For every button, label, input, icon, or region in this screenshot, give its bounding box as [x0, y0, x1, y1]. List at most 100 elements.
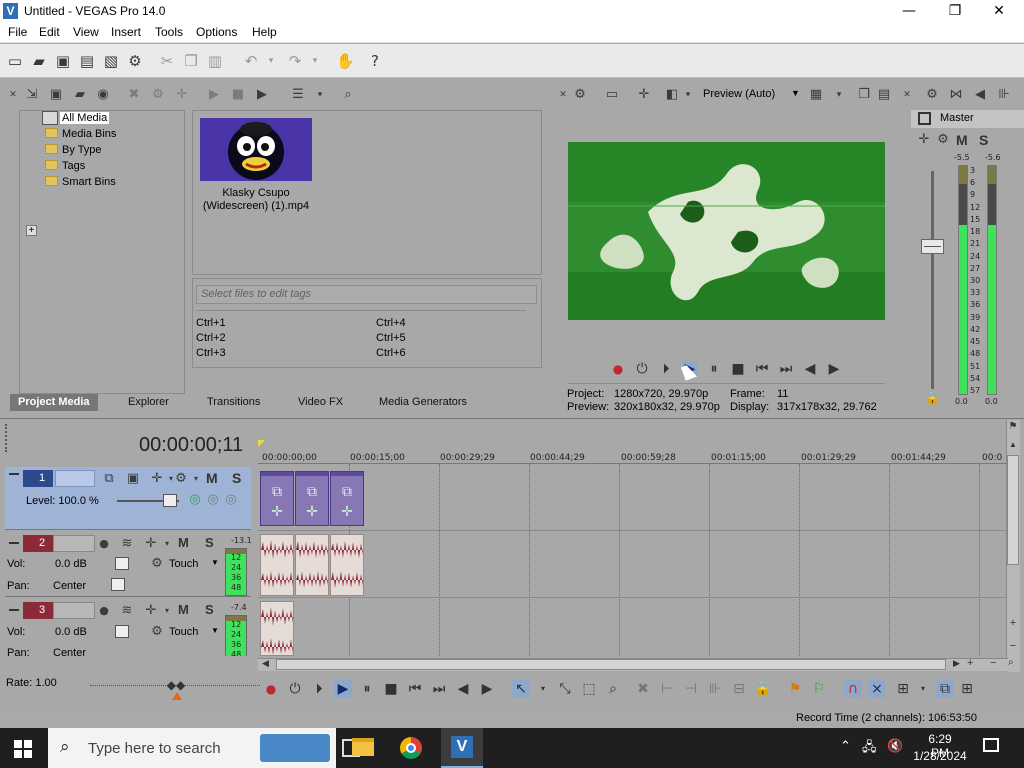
vol-slider[interactable]: [115, 557, 129, 570]
properties-icon[interactable]: ⚙: [126, 52, 144, 70]
chevron-down-icon[interactable]: ▼: [211, 626, 219, 635]
invert-phase-icon[interactable]: ≋: [119, 536, 135, 552]
panel-close-icon[interactable]: ✕: [899, 87, 915, 103]
overlays-grid-icon[interactable]: ▦: [808, 87, 824, 103]
notification-icon[interactable]: [983, 738, 999, 752]
capture-video-icon[interactable]: ▣: [48, 87, 64, 103]
mute-button[interactable]: M: [206, 470, 218, 486]
lock-icon[interactable]: 🔒: [925, 391, 940, 405]
track-settings-icon[interactable]: ⚙: [173, 471, 189, 487]
video-event-clip[interactable]: ⧉ ✛: [330, 471, 364, 526]
track-fx-icon[interactable]: ✛: [143, 536, 159, 552]
menu-options[interactable]: Options: [196, 25, 237, 39]
event-fx-icon[interactable]: ✛: [339, 504, 355, 520]
shortcut-ctrl3[interactable]: Ctrl+3: [196, 347, 226, 359]
composite-child-icon[interactable]: ◎: [205, 492, 221, 508]
copy-snapshot-icon[interactable]: ❐: [856, 87, 872, 103]
video-event-clip[interactable]: ⧉ ✛: [260, 471, 294, 526]
ripple-edit-icon[interactable]: ⊞: [894, 680, 912, 698]
redo-dropdown-icon[interactable]: ▾: [306, 52, 324, 70]
level-slider-handle[interactable]: [163, 494, 177, 507]
get-media-web-icon[interactable]: ◉: [95, 87, 111, 103]
save-snapshot-icon[interactable]: ▤: [876, 87, 892, 103]
automation-mode[interactable]: Touch: [169, 626, 198, 638]
downmix-icon[interactable]: ⋈: [948, 87, 964, 103]
master-mute-button[interactable]: M: [956, 132, 968, 148]
track-name-field[interactable]: [55, 470, 95, 487]
media-split-icon[interactable]: ✛: [174, 87, 190, 103]
views-icon[interactable]: ☰: [290, 87, 306, 103]
solo-button[interactable]: S: [205, 535, 214, 550]
redo-icon[interactable]: ↷: [286, 52, 304, 70]
mixer-sliders-icon[interactable]: ⊪: [996, 87, 1012, 103]
video-track-header[interactable]: 1 ⧉ ▣ ✛ ▾ ⚙ ▾ M S Level: 100.0 % ◎ ◎ ◎: [5, 467, 251, 530]
solo-button[interactable]: S: [232, 470, 241, 486]
shortcut-ctrl1[interactable]: Ctrl+1: [196, 317, 226, 329]
file-explorer-icon[interactable]: [352, 738, 374, 756]
auto-preview-icon[interactable]: ▶: [254, 87, 270, 103]
event-pan-crop-icon[interactable]: ⧉: [269, 484, 285, 500]
play-media-icon[interactable]: ▶: [206, 87, 222, 103]
automation-settings-icon[interactable]: ⚙: [149, 624, 165, 640]
whats-this-help-icon[interactable]: ?: [366, 52, 384, 70]
audio-event-clip[interactable]: [330, 534, 364, 596]
split-screen-icon[interactable]: ✛: [636, 87, 652, 103]
tab-media-generators[interactable]: Media Generators: [371, 394, 475, 411]
mixer-properties-icon[interactable]: ⚙: [924, 87, 940, 103]
audio-event-clip[interactable]: [260, 601, 294, 656]
views-dropdown-icon[interactable]: ▾: [312, 87, 328, 103]
stop-icon[interactable]: ■: [382, 680, 400, 698]
search-icon[interactable]: ⌕: [340, 87, 356, 103]
tab-explorer[interactable]: Explorer: [120, 394, 177, 411]
scroll-up-icon[interactable]: ▲: [1007, 440, 1019, 452]
automation-settings-icon[interactable]: ⚙: [149, 556, 165, 572]
import-media-icon[interactable]: ⇲: [24, 87, 40, 103]
auto-crossfade-icon[interactable]: ⨯: [868, 680, 886, 698]
play-icon[interactable]: ▶: [334, 680, 352, 698]
tag-input[interactable]: Select files to edit tags: [196, 285, 537, 304]
tree-item-tags[interactable]: Tags: [45, 160, 85, 172]
menu-view[interactable]: View: [73, 25, 99, 39]
split-view-icon[interactable]: ◧: [664, 87, 680, 103]
tab-transitions[interactable]: Transitions: [199, 394, 268, 411]
track-motion-icon[interactable]: ⧉: [101, 471, 117, 487]
pause-icon[interactable]: ⏸: [706, 361, 722, 377]
go-to-end-icon[interactable]: ⏭: [430, 680, 448, 698]
external-monitor-icon[interactable]: ▭: [604, 87, 620, 103]
audio-event-clip[interactable]: [295, 534, 329, 596]
event-pan-crop-icon[interactable]: ⧉: [304, 484, 320, 500]
media-fx-icon[interactable]: ⚙: [150, 87, 166, 103]
event-grouping-icon[interactable]: ⧉: [936, 680, 954, 698]
split-icon[interactable]: ⊪: [706, 680, 724, 698]
invert-phase-icon[interactable]: ≋: [119, 603, 135, 619]
shortcut-ctrl5[interactable]: Ctrl+5: [376, 332, 406, 344]
tree-item-all-media[interactable]: All Media: [60, 112, 110, 124]
scroll-left-icon[interactable]: ◀: [262, 658, 269, 669]
preview-quality-dropdown[interactable]: Preview (Auto) ▼: [703, 88, 803, 104]
menu-help[interactable]: Help: [252, 25, 277, 39]
zoom-out-icon[interactable]: −: [1007, 640, 1019, 652]
trim-end-icon[interactable]: ⊣: [682, 680, 700, 698]
track-name-field[interactable]: [53, 535, 95, 552]
go-to-start-icon[interactable]: ⏮: [754, 361, 770, 377]
paste-icon[interactable]: ▥: [206, 52, 224, 70]
chevron-down-icon[interactable]: ▼: [211, 558, 219, 567]
trim-icon[interactable]: ⊟: [730, 680, 748, 698]
event-pan-crop-icon[interactable]: ⧉: [339, 484, 355, 500]
tree-item-smart-bins[interactable]: Smart Bins: [45, 176, 116, 188]
save-icon[interactable]: ▣: [54, 52, 72, 70]
expand-icon[interactable]: +: [26, 225, 37, 236]
selection-tool-icon[interactable]: ⬚: [580, 680, 598, 698]
track-fx-icon[interactable]: ▣: [125, 471, 141, 487]
get-media-icon[interactable]: ▰: [72, 87, 88, 103]
record-icon[interactable]: ●: [262, 680, 280, 698]
vol-slider[interactable]: [115, 625, 129, 638]
mute-button[interactable]: M: [178, 602, 189, 617]
normal-edit-tool-icon[interactable]: ↖: [512, 680, 530, 698]
panel-close-icon[interactable]: ✕: [5, 87, 21, 103]
media-thumbnail[interactable]: [200, 118, 312, 181]
lock-icon[interactable]: 🔒: [754, 680, 772, 698]
render-as-icon[interactable]: ▧: [102, 52, 120, 70]
delete-icon[interactable]: ✖: [634, 680, 652, 698]
open-icon[interactable]: ▰: [30, 52, 48, 70]
